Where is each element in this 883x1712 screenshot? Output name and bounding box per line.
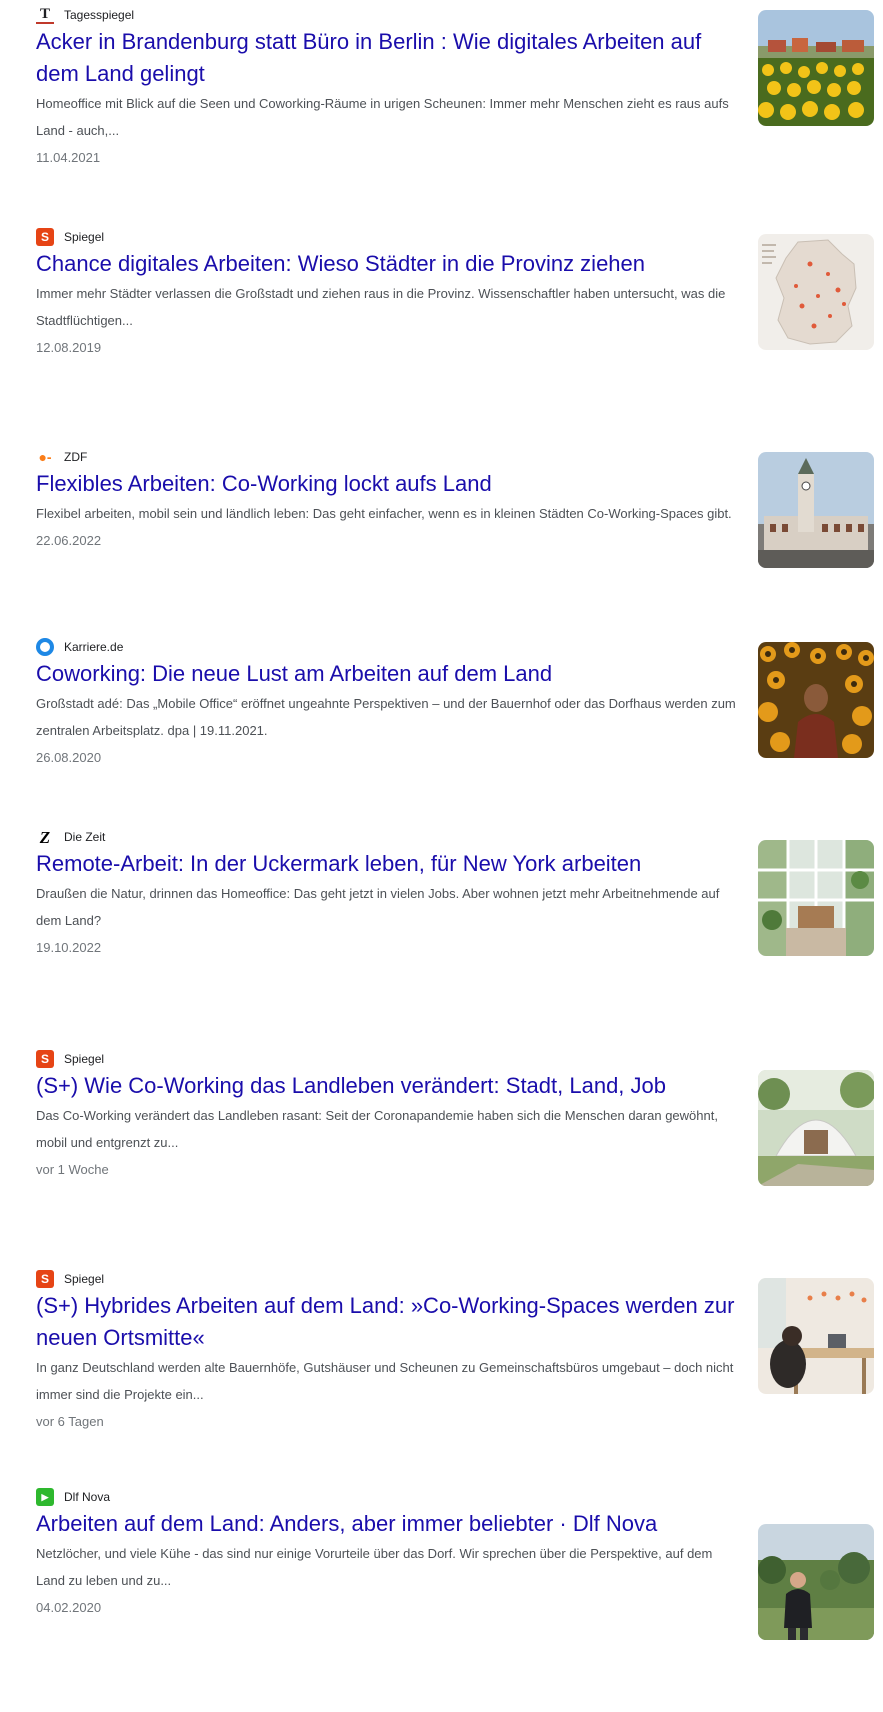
- sunflower-field-village-image[interactable]: [758, 10, 874, 126]
- result-body: Z Die Zeit Remote-Arbeit: In der Uckerma…: [36, 826, 736, 961]
- source-row: Karriere.de: [36, 636, 736, 658]
- result-snippet: Großstadt adé: Das „Mobile Office“ eröff…: [36, 696, 736, 738]
- result-body: S Spiegel Chance digitales Arbeiten: Wie…: [36, 226, 736, 361]
- source-name: Tagesspiegel: [64, 8, 135, 22]
- greenhouse-office-image[interactable]: [758, 840, 874, 956]
- result-headline-link[interactable]: (S+) Wie Co-Working das Landleben veränd…: [36, 1070, 736, 1102]
- source-name: Spiegel: [64, 230, 105, 244]
- source-row: ▶ Dlf Nova: [36, 1486, 736, 1508]
- result-date: vor 1 Woche: [36, 1162, 109, 1177]
- source-name: Dlf Nova: [64, 1490, 111, 1504]
- result-body: ●- ZDF Flexibles Arbeiten: Co-Working lo…: [36, 446, 736, 554]
- result-headline-link[interactable]: Acker in Brandenburg statt Büro in Berli…: [36, 26, 736, 90]
- source-row: S Spiegel: [36, 1268, 736, 1290]
- town-hall-tower-image[interactable]: [758, 452, 874, 568]
- result-date: 11.04.2021: [36, 150, 101, 165]
- source-name: Spiegel: [64, 1272, 105, 1286]
- source-row: S Spiegel: [36, 1048, 736, 1070]
- result-snippet: Homeoffice mit Blick auf die Seen und Co…: [36, 96, 729, 138]
- result-headline-link[interactable]: Coworking: Die neue Lust am Arbeiten auf…: [36, 658, 736, 690]
- result-headline-link[interactable]: Flexibles Arbeiten: Co-Working lockt auf…: [36, 468, 736, 500]
- spiegel-logo-icon: S: [36, 1050, 54, 1068]
- result-date: 19.10.2022: [36, 940, 102, 955]
- result-snippet: Netzlöcher, und viele Kühe - das sind nu…: [36, 1546, 713, 1588]
- result-date: 12.08.2019: [36, 340, 102, 355]
- source-row: T Tagesspiegel: [36, 4, 736, 26]
- result-snippet: In ganz Deutschland werden alte Bauernhö…: [36, 1360, 734, 1402]
- karriere-logo-icon: [36, 638, 54, 656]
- germany-map-image[interactable]: [758, 234, 874, 350]
- result-snippet: Das Co-Working verändert das Landleben r…: [36, 1108, 718, 1150]
- result-date: vor 6 Tagen: [36, 1414, 104, 1429]
- source-name: Die Zeit: [64, 830, 106, 844]
- man-in-countryside-image[interactable]: [758, 1524, 874, 1640]
- result-body: Karriere.de Coworking: Die neue Lust am …: [36, 636, 736, 771]
- result-headline-link[interactable]: Chance digitales Arbeiten: Wieso Städter…: [36, 248, 736, 280]
- result-date: 04.02.2020: [36, 1600, 102, 1615]
- result-date: 26.08.2020: [36, 750, 102, 765]
- coworking-room-image[interactable]: [758, 1278, 874, 1394]
- tagesspiegel-logo-icon: T: [36, 6, 54, 24]
- source-row: Z Die Zeit: [36, 826, 736, 848]
- woman-in-sunflowers-image[interactable]: [758, 642, 874, 758]
- zeit-logo-icon: Z: [39, 827, 51, 847]
- result-body: ▶ Dlf Nova Arbeiten auf dem Land: Anders…: [36, 1486, 736, 1621]
- source-name: ZDF: [64, 450, 88, 464]
- spiegel-logo-icon: S: [36, 1270, 54, 1288]
- result-headline-link[interactable]: Remote-Arbeit: In der Uckermark leben, f…: [36, 848, 736, 880]
- dome-tent-image[interactable]: [758, 1070, 874, 1186]
- result-headline-link[interactable]: (S+) Hybrides Arbeiten auf dem Land: »Co…: [36, 1290, 736, 1354]
- result-body: T Tagesspiegel Acker in Brandenburg stat…: [36, 4, 736, 171]
- source-name: Karriere.de: [64, 640, 124, 654]
- source-name: Spiegel: [64, 1052, 105, 1066]
- result-headline-link[interactable]: Arbeiten auf dem Land: Anders, aber imme…: [36, 1508, 736, 1540]
- result-body: S Spiegel (S+) Hybrides Arbeiten auf dem…: [36, 1268, 736, 1435]
- source-row: S Spiegel: [36, 226, 736, 248]
- result-date: 22.06.2022: [36, 533, 102, 548]
- source-row: ●- ZDF: [36, 446, 736, 468]
- spiegel-logo-icon: S: [36, 228, 54, 246]
- result-snippet: Immer mehr Städter verlassen die Großsta…: [36, 286, 726, 328]
- result-body: S Spiegel (S+) Wie Co-Working das Landle…: [36, 1048, 736, 1183]
- result-snippet: Draußen die Natur, drinnen das Homeoffic…: [36, 886, 720, 928]
- zdf-logo-icon: ●-: [38, 449, 52, 465]
- result-snippet: Flexibel arbeiten, mobil sein und ländli…: [36, 506, 732, 521]
- dlf-nova-logo-icon: ▶: [36, 1488, 54, 1506]
